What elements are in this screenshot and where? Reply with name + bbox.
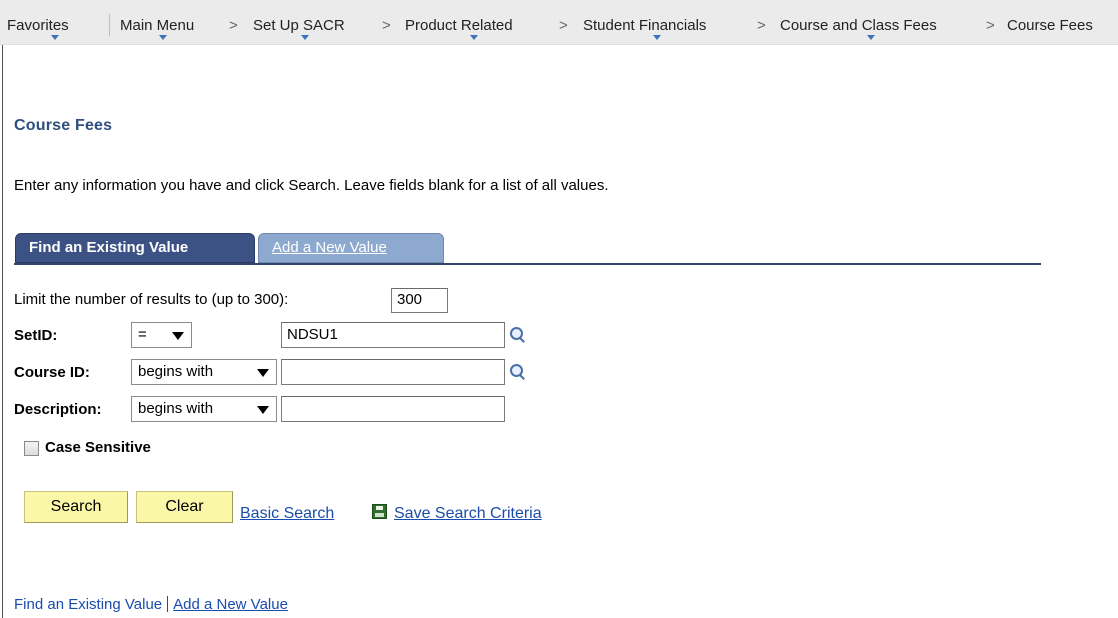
- tab-underline: [14, 263, 1041, 265]
- footer-find-existing-link[interactable]: Find an Existing Value: [14, 596, 162, 613]
- breadcrumb-separator: >: [382, 17, 391, 34]
- save-search-criteria-link[interactable]: Save Search Criteria: [394, 505, 542, 523]
- tab-label: Find an Existing Value: [29, 239, 189, 256]
- footer-add-new-link[interactable]: Add a New Value: [173, 596, 288, 613]
- course-id-input[interactable]: [281, 359, 505, 385]
- dropdown-caret-icon: [653, 35, 661, 40]
- breadcrumb-course-fees[interactable]: Course Fees: [1007, 17, 1093, 35]
- description-operator-select[interactable]: begins with: [131, 396, 277, 422]
- course-id-operator-select[interactable]: begins with: [131, 359, 277, 385]
- setid-input[interactable]: NDSU1: [281, 322, 505, 348]
- lookup-icon[interactable]: [509, 364, 525, 380]
- setid-operator-value: =: [138, 326, 147, 343]
- breadcrumb-main-menu[interactable]: Main Menu: [120, 17, 194, 35]
- breadcrumb: Favorites Main Menu > Set Up SACR > Prod…: [0, 0, 1118, 45]
- breadcrumb-student-financials[interactable]: Student Financials: [583, 17, 706, 35]
- breadcrumb-set-up-sacr[interactable]: Set Up SACR: [253, 17, 345, 35]
- description-input[interactable]: [281, 396, 505, 422]
- page-title: Course Fees: [14, 117, 113, 134]
- breadcrumb-divider: [109, 14, 110, 36]
- breadcrumb-separator: >: [229, 17, 238, 34]
- dropdown-arrow-icon: [257, 369, 269, 377]
- tab-add-new-value[interactable]: Add a New Value: [258, 233, 444, 263]
- breadcrumb-product-related[interactable]: Product Related: [405, 17, 513, 35]
- description-operator-value: begins with: [138, 400, 214, 417]
- limit-label: Limit the number of results to (up to 30…: [14, 291, 289, 308]
- instructions-text: Enter any information you have and click…: [14, 177, 609, 194]
- breadcrumb-favorites[interactable]: Favorites: [7, 17, 69, 35]
- dropdown-caret-icon: [470, 35, 478, 40]
- footer-divider: [167, 596, 169, 612]
- case-sensitive-checkbox[interactable]: [24, 441, 39, 456]
- basic-search-link[interactable]: Basic Search: [240, 505, 334, 523]
- search-button[interactable]: Search: [24, 491, 128, 523]
- dropdown-arrow-icon: [172, 332, 184, 340]
- setid-label: SetID:: [14, 327, 58, 344]
- setid-operator-select[interactable]: =: [131, 322, 192, 348]
- dropdown-caret-icon: [301, 35, 309, 40]
- breadcrumb-separator: >: [986, 17, 995, 34]
- tab-find-existing-value[interactable]: Find an Existing Value: [15, 233, 255, 263]
- breadcrumb-separator: >: [757, 17, 766, 34]
- left-border: [2, 0, 3, 618]
- footer-links: Find an Existing Value Add a New Value: [14, 596, 288, 613]
- breadcrumb-course-and-class-fees[interactable]: Course and Class Fees: [780, 17, 937, 35]
- course-id-label: Course ID:: [14, 364, 90, 381]
- clear-button[interactable]: Clear: [136, 491, 233, 523]
- dropdown-caret-icon: [867, 35, 875, 40]
- limit-input[interactable]: 300: [391, 288, 448, 313]
- case-sensitive-label: Case Sensitive: [45, 439, 151, 456]
- lookup-icon[interactable]: [509, 327, 525, 343]
- dropdown-caret-icon: [51, 35, 59, 40]
- save-icon: [372, 504, 387, 519]
- course-id-operator-value: begins with: [138, 363, 214, 380]
- dropdown-arrow-icon: [257, 406, 269, 414]
- dropdown-caret-icon: [159, 35, 167, 40]
- description-label: Description:: [14, 401, 102, 418]
- breadcrumb-separator: >: [559, 17, 568, 34]
- tab-label: Add a New Value: [272, 239, 387, 256]
